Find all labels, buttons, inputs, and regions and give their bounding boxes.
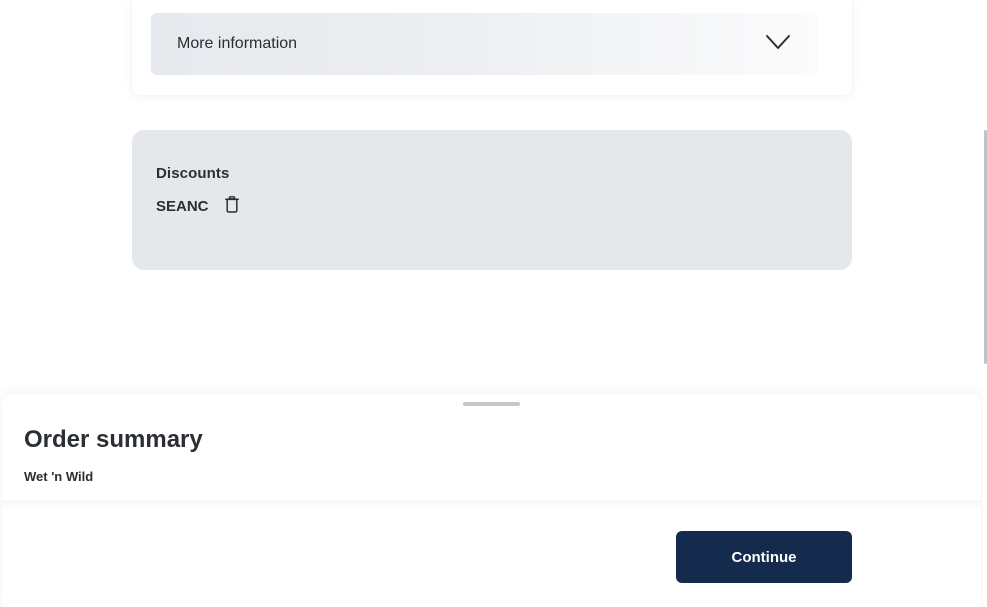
- checkout-page: More information Discounts SEANC Order s…: [0, 0, 987, 607]
- discount-row: SEANC: [156, 195, 852, 215]
- order-summary-product: Wet 'n Wild: [24, 469, 94, 484]
- continue-button[interactable]: Continue: [676, 531, 852, 583]
- discounts-card: Discounts SEANC: [132, 130, 852, 270]
- discount-code: SEANC: [156, 197, 209, 215]
- remove-discount-button[interactable]: [223, 195, 241, 213]
- scrollbar[interactable]: [983, 0, 987, 607]
- accordion-label: More information: [177, 35, 298, 52]
- order-summary-title: Order summary: [24, 426, 203, 453]
- chevron-down-icon: [765, 33, 791, 56]
- order-summary-sheet: Order summary Wet 'n Wild Continue: [2, 394, 981, 607]
- trash-icon: [224, 195, 239, 213]
- sheet-divider: [2, 500, 981, 510]
- discounts-title: Discounts: [156, 165, 230, 182]
- more-information-accordion[interactable]: More information: [151, 13, 819, 75]
- sheet-drag-handle[interactable]: [463, 402, 520, 406]
- info-card: More information: [132, 0, 852, 95]
